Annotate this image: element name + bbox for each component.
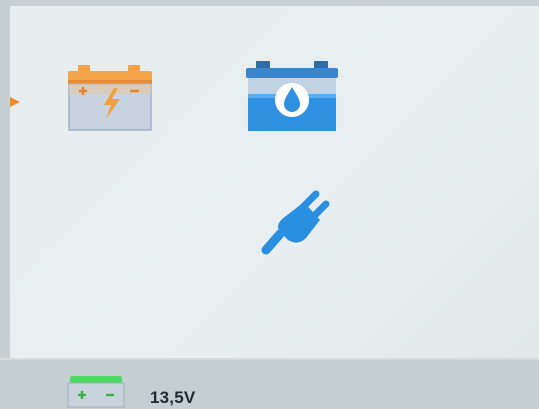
selection-arrow-icon xyxy=(10,97,20,107)
battery-terminals-icon xyxy=(67,376,125,408)
voltage-readout: 13,5V xyxy=(150,388,196,407)
charger-screen: 13,5V xyxy=(0,0,539,409)
water-battery-icon[interactable] xyxy=(244,59,340,133)
status-bar: 13,5V xyxy=(0,358,539,409)
power-plug-icon[interactable] xyxy=(258,188,332,260)
car-battery-charge-icon[interactable] xyxy=(64,61,156,133)
main-display xyxy=(10,6,539,358)
